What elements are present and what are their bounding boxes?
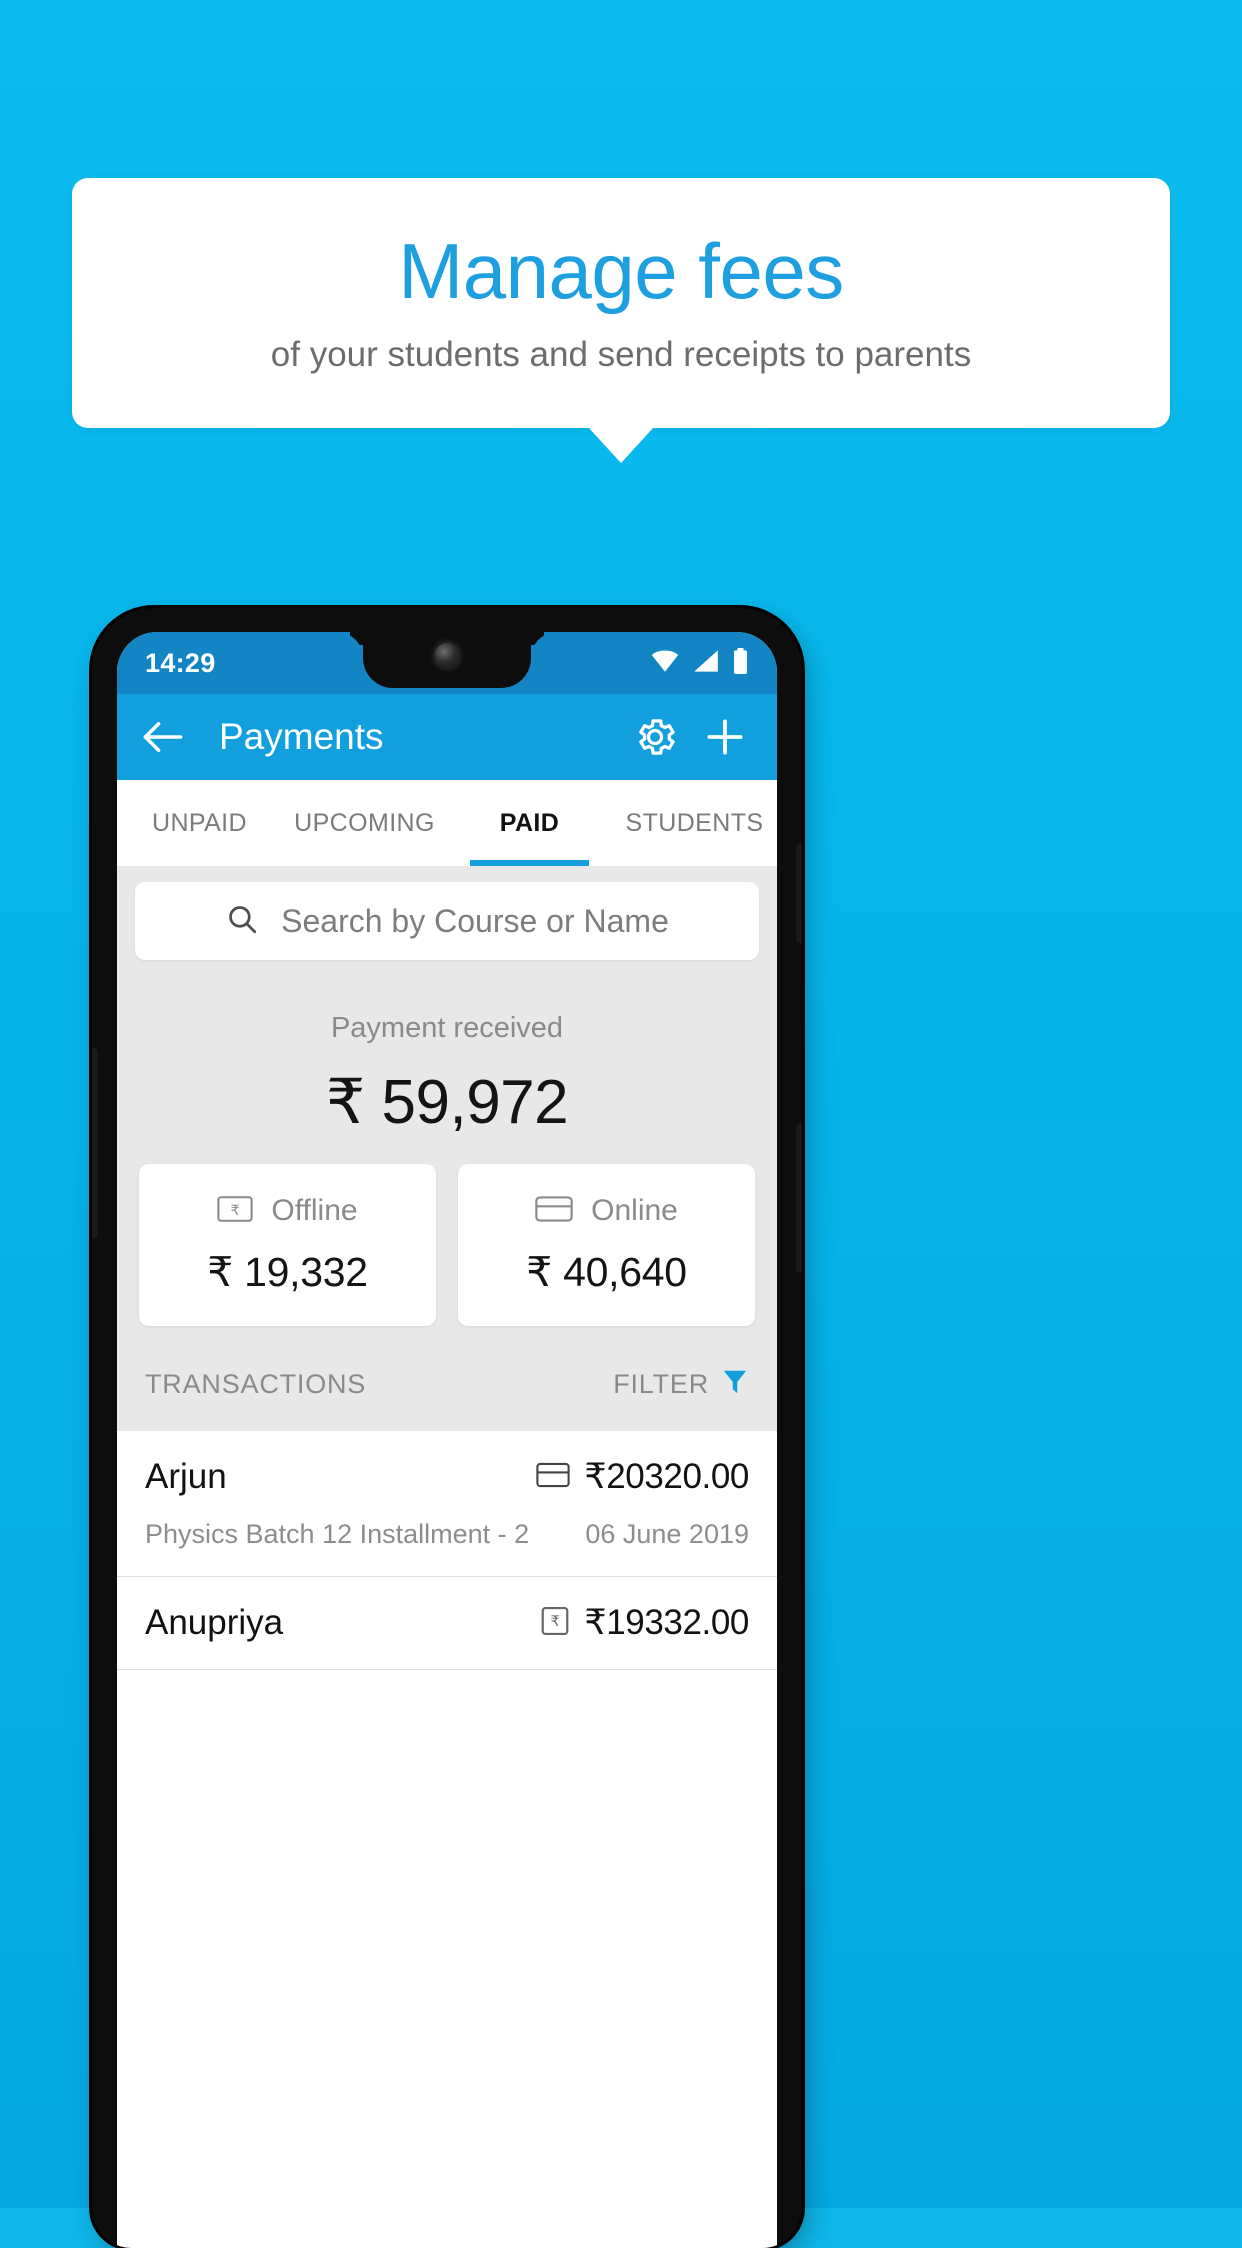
transaction-amount: ₹19332.00 xyxy=(584,1603,749,1642)
online-card-head: Online xyxy=(458,1194,755,1228)
transaction-row-bottom: Physics Batch 12 Installment - 2 06 June… xyxy=(145,1519,749,1550)
content-area: Search by Course or Name Payment receive… xyxy=(117,866,777,1670)
transaction-date: 06 June 2019 xyxy=(585,1519,749,1549)
summary-amount: ₹ 59,972 xyxy=(325,1068,569,1137)
offline-card-head: ₹ Offline xyxy=(139,1194,436,1228)
search-placeholder-text: Search by Course or Name xyxy=(281,902,669,939)
search-icon xyxy=(225,902,259,941)
promo-callout-tail xyxy=(588,427,654,463)
status-bar-time: 14:29 xyxy=(145,647,216,678)
offline-card-label: Offline xyxy=(271,1194,358,1227)
tab-unpaid[interactable]: UNPAID xyxy=(117,780,282,866)
credit-card-icon xyxy=(536,1462,570,1493)
tab-bar: UNPAID UPCOMING PAID STUDENTS xyxy=(117,780,777,866)
page-title: Payments xyxy=(219,716,384,757)
transaction-amount: ₹20320.00 xyxy=(584,1457,749,1496)
transactions-header: TRANSACTIONS FILTER xyxy=(117,1326,777,1431)
credit-card-icon xyxy=(535,1195,573,1228)
search-input[interactable]: Search by Course or Name xyxy=(135,882,759,960)
transaction-row-top: Arjun ₹20320.00 xyxy=(145,1457,749,1497)
transaction-amount-wrap: ₹20320.00 xyxy=(536,1457,749,1497)
banknote-rupee-icon: ₹ xyxy=(540,1606,570,1641)
table-row[interactable]: Arjun ₹20320.00 Physics Batch 12 Install… xyxy=(117,1431,777,1577)
battery-icon xyxy=(732,647,749,679)
app-bar: Payments xyxy=(117,694,777,780)
phone-notch xyxy=(363,632,531,688)
phone-mockup: 14:29 Payments UNPAID UPCOMING PAID STUD… xyxy=(92,608,802,2248)
phone-volume-button xyxy=(796,843,802,943)
status-bar-icons xyxy=(650,647,749,679)
cellular-signal-icon xyxy=(693,649,719,678)
phone-power-button xyxy=(796,1123,802,1273)
banknote-rupee-icon: ₹ xyxy=(217,1195,254,1228)
transaction-student-name: Anupriya xyxy=(145,1603,284,1642)
filter-label: FILTER xyxy=(613,1369,709,1399)
transactions-list: Arjun ₹20320.00 Physics Batch 12 Install… xyxy=(117,1431,777,1670)
tab-upcoming[interactable]: UPCOMING xyxy=(282,780,447,866)
search-section: Search by Course or Name xyxy=(117,866,777,960)
offline-card-amount: ₹ 19,332 xyxy=(207,1249,368,1295)
status-bar: 14:29 xyxy=(117,632,777,694)
promo-title: Manage fees xyxy=(398,226,844,315)
back-arrow-icon[interactable] xyxy=(141,719,185,755)
payment-summary: Payment received ₹ 59,972 xyxy=(117,960,777,1152)
transactions-title: TRANSACTIONS xyxy=(145,1369,367,1399)
summary-label: Payment received xyxy=(330,1012,564,1044)
transaction-row-top: Anupriya ₹ ₹19332.00 xyxy=(145,1603,749,1643)
front-camera-icon xyxy=(434,643,460,668)
wifi-icon xyxy=(650,649,680,678)
svg-text:₹: ₹ xyxy=(231,1201,240,1217)
plus-icon[interactable] xyxy=(697,709,753,765)
gear-icon[interactable] xyxy=(627,709,683,765)
funnel-icon xyxy=(721,1368,749,1401)
online-card-label: Online xyxy=(591,1194,678,1227)
transaction-amount-wrap: ₹ ₹19332.00 xyxy=(540,1603,749,1643)
promo-subtitle: of your students and send receipts to pa… xyxy=(270,334,972,374)
online-payment-card[interactable]: Online ₹ 40,640 xyxy=(458,1164,755,1326)
promo-callout-card: Manage fees of your students and send re… xyxy=(72,178,1170,428)
offline-payment-card[interactable]: ₹ Offline ₹ 19,332 xyxy=(139,1164,436,1326)
payment-method-cards: ₹ Offline ₹ 19,332 Online ₹ 40,640 xyxy=(117,1152,777,1326)
tab-paid[interactable]: PAID xyxy=(447,780,612,866)
transaction-student-name: Arjun xyxy=(145,1457,227,1496)
online-card-amount: ₹ 40,640 xyxy=(526,1249,687,1295)
phone-screen: 14:29 Payments UNPAID UPCOMING PAID STUD… xyxy=(117,632,777,2248)
tab-students[interactable]: STUDENTS xyxy=(612,780,777,866)
transaction-course: Physics Batch 12 Installment - 2 xyxy=(145,1519,530,1549)
phone-left-side-button xyxy=(92,1048,98,1238)
filter-button[interactable]: FILTER xyxy=(613,1368,749,1401)
table-row[interactable]: Anupriya ₹ ₹19332.00 xyxy=(117,1577,777,1670)
svg-text:₹: ₹ xyxy=(551,1614,560,1630)
